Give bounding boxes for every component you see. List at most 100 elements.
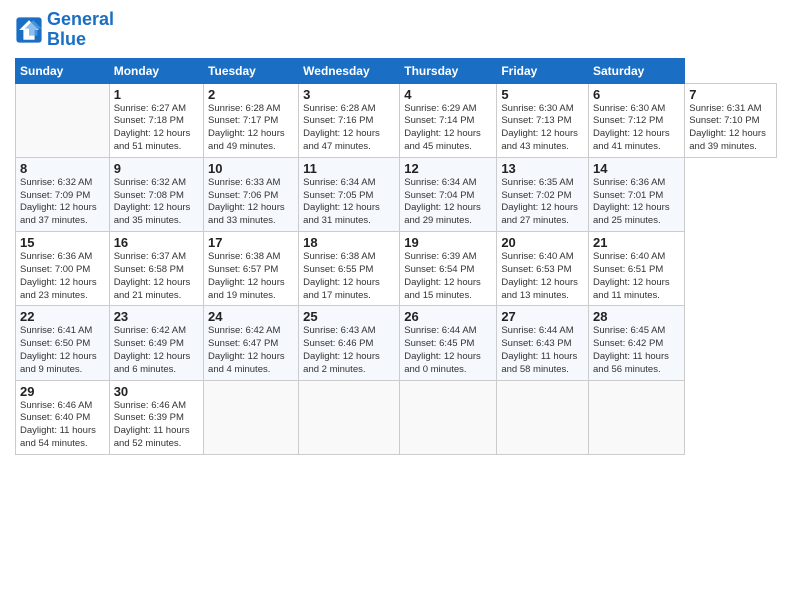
calendar-day-cell: 27Sunrise: 6:44 AMSunset: 6:43 PMDayligh…	[497, 306, 589, 380]
calendar-day-cell: 19Sunrise: 6:39 AMSunset: 6:54 PMDayligh…	[400, 232, 497, 306]
day-number: 13	[501, 161, 584, 176]
day-number: 22	[20, 309, 105, 324]
day-info: Sunrise: 6:42 AMSunset: 6:47 PMDaylight:…	[208, 325, 294, 376]
day-info: Sunrise: 6:43 AMSunset: 6:46 PMDaylight:…	[303, 325, 395, 376]
day-info: Sunrise: 6:34 AMSunset: 7:04 PMDaylight:…	[404, 177, 492, 228]
day-number: 7	[689, 87, 772, 102]
day-number: 27	[501, 309, 584, 324]
calendar-day-cell: 6Sunrise: 6:30 AMSunset: 7:12 PMDaylight…	[589, 83, 685, 157]
calendar-week-row: 8Sunrise: 6:32 AMSunset: 7:09 PMDaylight…	[16, 157, 777, 231]
day-number: 3	[303, 87, 395, 102]
calendar-day-cell	[400, 380, 497, 454]
header-thursday: Thursday	[400, 58, 497, 83]
day-number: 24	[208, 309, 294, 324]
day-number: 1	[114, 87, 199, 102]
day-info: Sunrise: 6:32 AMSunset: 7:08 PMDaylight:…	[114, 177, 199, 228]
day-info: Sunrise: 6:28 AMSunset: 7:16 PMDaylight:…	[303, 103, 395, 154]
calendar-day-cell: 25Sunrise: 6:43 AMSunset: 6:46 PMDayligh…	[299, 306, 400, 380]
calendar-day-cell: 14Sunrise: 6:36 AMSunset: 7:01 PMDayligh…	[589, 157, 685, 231]
day-number: 18	[303, 235, 395, 250]
day-info: Sunrise: 6:34 AMSunset: 7:05 PMDaylight:…	[303, 177, 395, 228]
calendar-day-cell	[589, 380, 685, 454]
calendar-day-cell: 20Sunrise: 6:40 AMSunset: 6:53 PMDayligh…	[497, 232, 589, 306]
calendar-day-cell: 23Sunrise: 6:42 AMSunset: 6:49 PMDayligh…	[109, 306, 203, 380]
header-saturday: Saturday	[589, 58, 685, 83]
day-number: 29	[20, 384, 105, 399]
day-number: 8	[20, 161, 105, 176]
calendar-day-cell	[497, 380, 589, 454]
day-info: Sunrise: 6:38 AMSunset: 6:57 PMDaylight:…	[208, 251, 294, 302]
calendar-day-cell: 12Sunrise: 6:34 AMSunset: 7:04 PMDayligh…	[400, 157, 497, 231]
day-info: Sunrise: 6:44 AMSunset: 6:43 PMDaylight:…	[501, 325, 584, 376]
day-info: Sunrise: 6:30 AMSunset: 7:12 PMDaylight:…	[593, 103, 680, 154]
day-number: 20	[501, 235, 584, 250]
page-container: General Blue Sunday Monday Tuesday Wedne…	[0, 0, 792, 465]
day-number: 15	[20, 235, 105, 250]
day-info: Sunrise: 6:40 AMSunset: 6:51 PMDaylight:…	[593, 251, 680, 302]
calendar-day-cell: 15Sunrise: 6:36 AMSunset: 7:00 PMDayligh…	[16, 232, 110, 306]
day-number: 16	[114, 235, 199, 250]
day-info: Sunrise: 6:41 AMSunset: 6:50 PMDaylight:…	[20, 325, 105, 376]
day-info: Sunrise: 6:31 AMSunset: 7:10 PMDaylight:…	[689, 103, 772, 154]
calendar-day-cell	[204, 380, 299, 454]
calendar-week-row: 15Sunrise: 6:36 AMSunset: 7:00 PMDayligh…	[16, 232, 777, 306]
day-number: 17	[208, 235, 294, 250]
day-info: Sunrise: 6:46 AMSunset: 6:40 PMDaylight:…	[20, 400, 105, 451]
calendar-week-row: 29Sunrise: 6:46 AMSunset: 6:40 PMDayligh…	[16, 380, 777, 454]
day-number: 2	[208, 87, 294, 102]
calendar-day-cell	[299, 380, 400, 454]
calendar-day-cell: 3Sunrise: 6:28 AMSunset: 7:16 PMDaylight…	[299, 83, 400, 157]
day-info: Sunrise: 6:36 AMSunset: 7:01 PMDaylight:…	[593, 177, 680, 228]
calendar-day-cell: 4Sunrise: 6:29 AMSunset: 7:14 PMDaylight…	[400, 83, 497, 157]
day-info: Sunrise: 6:42 AMSunset: 6:49 PMDaylight:…	[114, 325, 199, 376]
day-info: Sunrise: 6:45 AMSunset: 6:42 PMDaylight:…	[593, 325, 680, 376]
calendar-day-cell: 10Sunrise: 6:33 AMSunset: 7:06 PMDayligh…	[204, 157, 299, 231]
calendar-day-cell: 5Sunrise: 6:30 AMSunset: 7:13 PMDaylight…	[497, 83, 589, 157]
calendar-day-cell: 18Sunrise: 6:38 AMSunset: 6:55 PMDayligh…	[299, 232, 400, 306]
day-info: Sunrise: 6:36 AMSunset: 7:00 PMDaylight:…	[20, 251, 105, 302]
calendar-day-cell: 9Sunrise: 6:32 AMSunset: 7:08 PMDaylight…	[109, 157, 203, 231]
day-info: Sunrise: 6:40 AMSunset: 6:53 PMDaylight:…	[501, 251, 584, 302]
day-number: 10	[208, 161, 294, 176]
calendar-day-cell: 1Sunrise: 6:27 AMSunset: 7:18 PMDaylight…	[109, 83, 203, 157]
day-info: Sunrise: 6:30 AMSunset: 7:13 PMDaylight:…	[501, 103, 584, 154]
day-number: 25	[303, 309, 395, 324]
calendar-day-cell: 28Sunrise: 6:45 AMSunset: 6:42 PMDayligh…	[589, 306, 685, 380]
calendar-day-cell: 17Sunrise: 6:38 AMSunset: 6:57 PMDayligh…	[204, 232, 299, 306]
day-info: Sunrise: 6:46 AMSunset: 6:39 PMDaylight:…	[114, 400, 199, 451]
calendar-table: Sunday Monday Tuesday Wednesday Thursday…	[15, 58, 777, 455]
calendar-week-row: 22Sunrise: 6:41 AMSunset: 6:50 PMDayligh…	[16, 306, 777, 380]
header-tuesday: Tuesday	[204, 58, 299, 83]
header-friday: Friday	[497, 58, 589, 83]
day-number: 23	[114, 309, 199, 324]
day-number: 6	[593, 87, 680, 102]
day-number: 19	[404, 235, 492, 250]
day-number: 12	[404, 161, 492, 176]
day-info: Sunrise: 6:44 AMSunset: 6:45 PMDaylight:…	[404, 325, 492, 376]
calendar-week-row: 1Sunrise: 6:27 AMSunset: 7:18 PMDaylight…	[16, 83, 777, 157]
calendar-day-cell: 16Sunrise: 6:37 AMSunset: 6:58 PMDayligh…	[109, 232, 203, 306]
day-info: Sunrise: 6:29 AMSunset: 7:14 PMDaylight:…	[404, 103, 492, 154]
calendar-day-cell: 29Sunrise: 6:46 AMSunset: 6:40 PMDayligh…	[16, 380, 110, 454]
calendar-day-cell: 2Sunrise: 6:28 AMSunset: 7:17 PMDaylight…	[204, 83, 299, 157]
day-number: 28	[593, 309, 680, 324]
day-info: Sunrise: 6:35 AMSunset: 7:02 PMDaylight:…	[501, 177, 584, 228]
calendar-day-cell	[16, 83, 110, 157]
logo-text: General Blue	[47, 10, 114, 50]
day-number: 26	[404, 309, 492, 324]
day-number: 21	[593, 235, 680, 250]
calendar-day-cell: 8Sunrise: 6:32 AMSunset: 7:09 PMDaylight…	[16, 157, 110, 231]
day-number: 5	[501, 87, 584, 102]
calendar-day-cell: 11Sunrise: 6:34 AMSunset: 7:05 PMDayligh…	[299, 157, 400, 231]
header: General Blue	[15, 10, 777, 50]
day-info: Sunrise: 6:38 AMSunset: 6:55 PMDaylight:…	[303, 251, 395, 302]
day-number: 4	[404, 87, 492, 102]
day-number: 14	[593, 161, 680, 176]
day-info: Sunrise: 6:39 AMSunset: 6:54 PMDaylight:…	[404, 251, 492, 302]
day-number: 9	[114, 161, 199, 176]
calendar-day-cell: 21Sunrise: 6:40 AMSunset: 6:51 PMDayligh…	[589, 232, 685, 306]
day-info: Sunrise: 6:27 AMSunset: 7:18 PMDaylight:…	[114, 103, 199, 154]
calendar-day-cell: 22Sunrise: 6:41 AMSunset: 6:50 PMDayligh…	[16, 306, 110, 380]
header-monday: Monday	[109, 58, 203, 83]
day-number: 11	[303, 161, 395, 176]
